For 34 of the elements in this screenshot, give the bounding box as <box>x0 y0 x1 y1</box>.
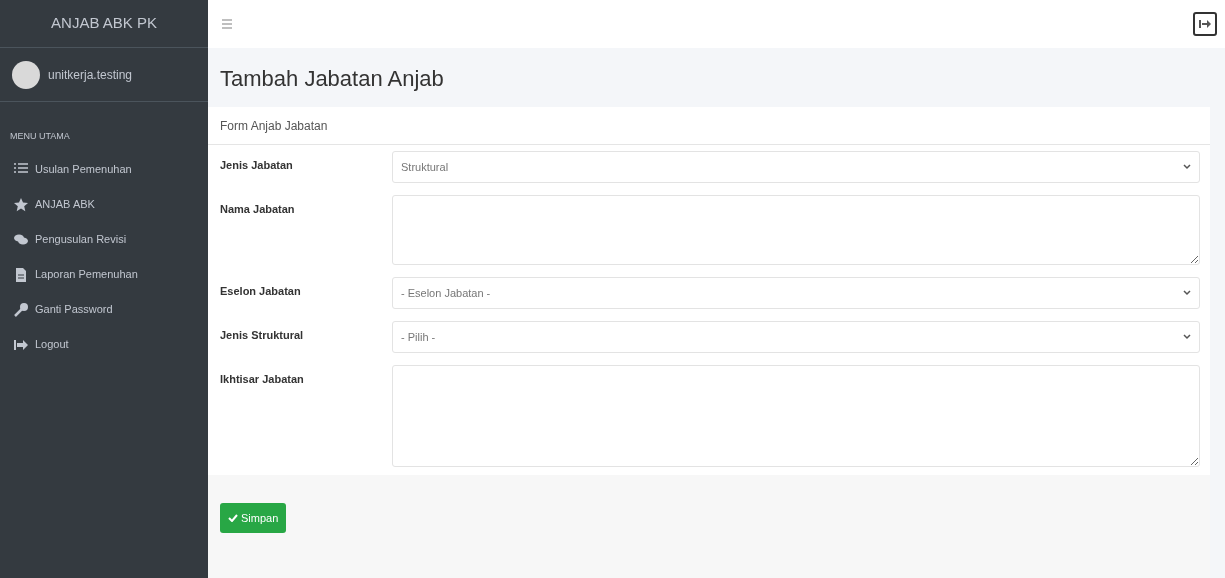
field-label: Nama Jabatan <box>220 202 296 217</box>
select-field[interactable]: - Pilih - <box>392 321 1200 353</box>
select-field[interactable]: Struktural <box>392 151 1200 183</box>
menu-item[interactable]: ANJAB ABK <box>0 187 208 222</box>
star-icon <box>14 197 28 212</box>
page-title: Tambah Jabatan Anjab <box>220 65 445 93</box>
avatar-icon <box>12 60 40 89</box>
menu-heading: MENU UTAMA <box>10 131 70 141</box>
menu-item[interactable]: Laporan Pemenuhan <box>0 257 208 292</box>
chevron-down-icon <box>1183 290 1191 296</box>
chevron-down-icon <box>1183 334 1191 340</box>
text-area[interactable] <box>392 195 1200 265</box>
select-field[interactable]: - Eselon Jabatan - <box>392 277 1200 309</box>
card-title: Form Anjab Jabatan <box>220 117 328 135</box>
user-name[interactable]: unitkerja.testing <box>48 65 133 84</box>
menu-item[interactable]: Usulan Pemenuhan <box>0 152 208 187</box>
brand-title: ANJAB ABK PK <box>51 13 157 34</box>
menu-item[interactable]: Pengusulan Revisi <box>0 222 208 257</box>
field-label: Eselon Jabatan <box>220 284 302 299</box>
text-area[interactable] <box>392 365 1200 467</box>
field-label: Jenis Struktural <box>220 328 305 343</box>
comments-icon <box>14 232 28 247</box>
chevron-down-icon <box>1183 164 1191 170</box>
menu-icon[interactable] <box>222 19 232 29</box>
field-label: Ikhtisar Jabatan <box>220 372 305 387</box>
logout-button[interactable] <box>1193 12 1217 36</box>
menu-item[interactable]: Logout <box>0 327 208 362</box>
key-icon <box>14 302 28 317</box>
sign-out-icon <box>14 337 28 352</box>
field-label: Jenis Jabatan <box>220 158 294 173</box>
menu-item[interactable]: Ganti Password <box>0 292 208 327</box>
file-icon <box>14 267 28 282</box>
sign-out-icon <box>1199 19 1211 29</box>
check-icon <box>228 514 238 522</box>
